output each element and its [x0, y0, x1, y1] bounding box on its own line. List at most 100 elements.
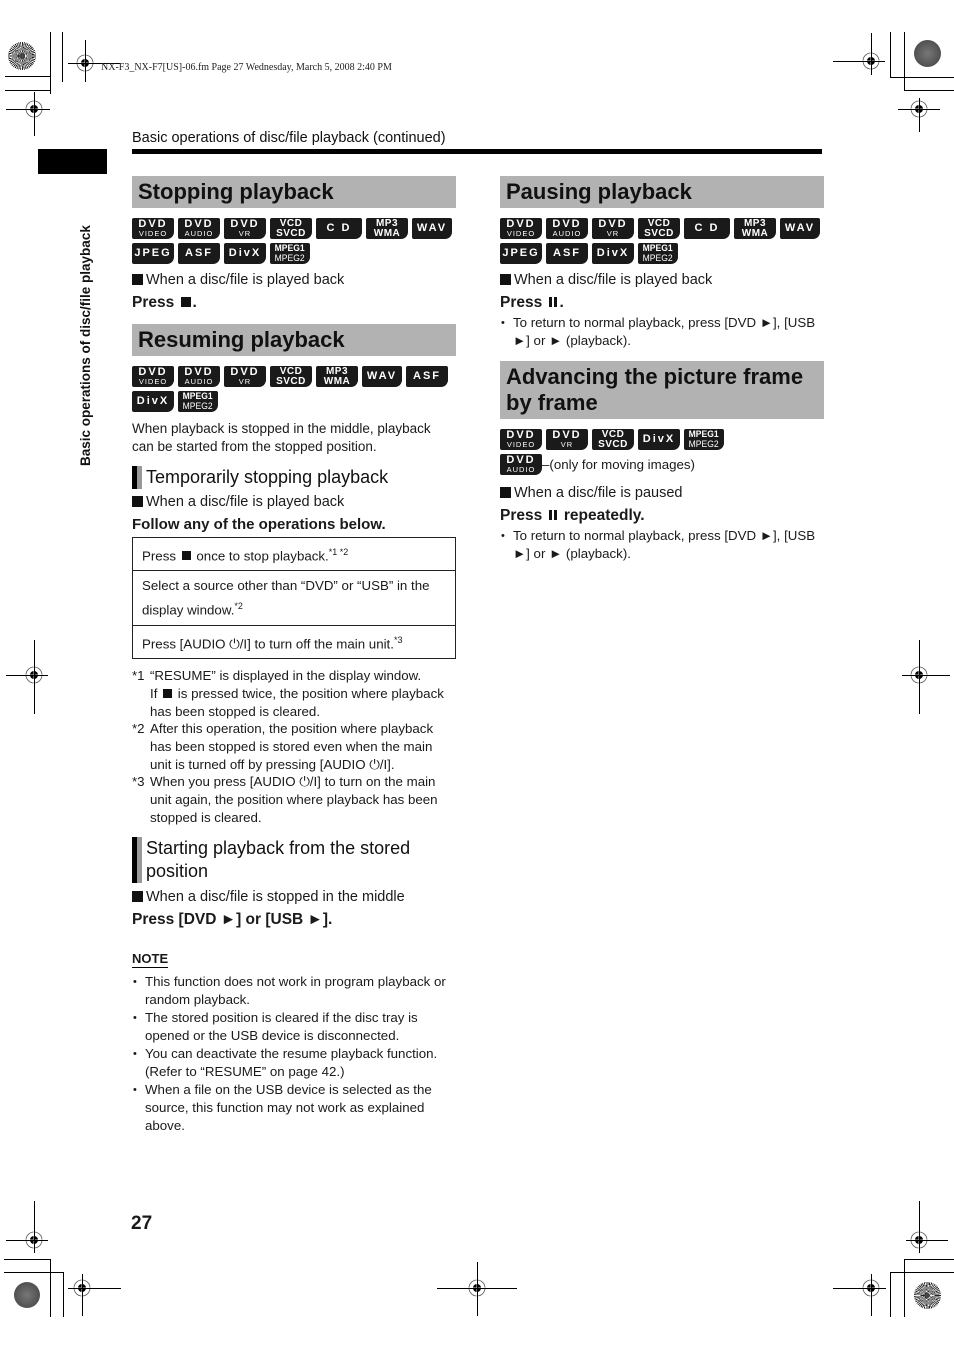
- registration-disc-icon: [14, 1282, 40, 1308]
- subsection-heading: Starting playback from the stored positi…: [132, 836, 456, 883]
- format-badge-extra: DVD AUDIO: [500, 454, 542, 475]
- square-bullet-icon: [500, 274, 511, 285]
- format-badge-dvd-audio: DVD AUDIO: [178, 218, 220, 239]
- format-badge-vcd-svcd: VCD SVCD: [270, 366, 312, 387]
- format-badge-mpeg: MPEG1 MPEG2: [638, 243, 678, 264]
- section-title: Advancing the picture frame by frame: [500, 361, 824, 419]
- format-badge-divx: DivX: [224, 243, 266, 264]
- format-badge-divx: DivX: [638, 429, 680, 450]
- square-bullet-icon: [132, 890, 143, 902]
- condition: When a disc/file is played back: [500, 272, 824, 288]
- left-column: Stopping playback DVD VIDEO DVD AUDIO DVD VR V…: [132, 176, 456, 1135]
- registration-disc-icon: [8, 42, 36, 70]
- format-badge-asf: ASF: [406, 366, 448, 387]
- format-badge-asf: ASF: [178, 243, 220, 264]
- format-badge-dvd-audio: DVD AUDIO: [178, 366, 220, 387]
- format-badge-dvd-vr: DVD VR: [224, 218, 266, 239]
- format-badge-vcd-svcd: VCD SVCD: [592, 429, 634, 450]
- section-resuming: Resuming playback DVD VIDEO DVD AUDIO DVD VR V…: [132, 324, 456, 1135]
- condition: When a disc/file is played back: [132, 494, 456, 510]
- format-badge-mpeg: MPEG1 MPEG2: [178, 391, 218, 412]
- format-badge-mp3-wma: MP3 WMA: [316, 366, 358, 387]
- operation-row: Press [AUDIO ⏻/I] to turn off the main u…: [133, 624, 455, 658]
- format-badge-divx: DivX: [592, 243, 634, 264]
- format-badge-asf: ASF: [546, 243, 588, 264]
- section-title: Pausing playback: [500, 176, 824, 208]
- tip-bullet: To return to normal playback, press [DVD…: [500, 314, 824, 350]
- pause-icon: [548, 510, 558, 520]
- footnote: *3 When you press [AUDIO ⏻/I] to turn on …: [132, 774, 438, 825]
- note-list: This function does not work in program p…: [132, 973, 456, 1135]
- stop-icon: [180, 297, 191, 307]
- press-instruction: Press .: [132, 294, 197, 311]
- extra-format: DVD AUDIO –(only for moving images): [500, 454, 824, 475]
- page-number: 27: [131, 1213, 153, 1234]
- extra-note: –(only for moving images): [542, 457, 695, 472]
- subsection-heading: Temporarily stopping playback: [132, 466, 456, 489]
- right-column: Pausing playback DVD VIDEO DVD AUDIO DVD VR VC…: [500, 176, 824, 563]
- format-badge-dvd-audio: DVD AUDIO: [500, 454, 542, 475]
- section-title: Stopping playback: [132, 176, 456, 208]
- registration-disc-icon: [914, 1282, 941, 1309]
- condition: When a disc/file is paused: [500, 485, 824, 501]
- format-badge-jpeg: JPEG: [500, 243, 542, 264]
- format-badge-mp3-wma: MP3 WMA: [734, 218, 776, 239]
- format-badge-jpeg: JPEG: [132, 243, 174, 264]
- section-pausing: Pausing playback DVD VIDEO DVD AUDIO DVD VR VC…: [500, 176, 824, 350]
- note-item: When a file on the USB device is selecte…: [132, 1081, 456, 1135]
- format-badge-mp3-wma: MP3 WMA: [366, 218, 408, 239]
- square-bullet-icon: [132, 274, 143, 285]
- format-badges: DVD VIDEO DVD AUDIO DVD VR VCD SVCD C D MP3 WMA WAV…: [132, 218, 456, 264]
- format-badge-wav: WAV: [412, 218, 452, 239]
- note-item: This function does not work in program p…: [132, 973, 456, 1009]
- format-badge-wav: WAV: [362, 366, 402, 387]
- condition: When a disc/file is stopped in the middl…: [132, 889, 456, 905]
- section-stopping: Stopping playback DVD VIDEO DVD AUDIO DVD VR V…: [132, 176, 456, 312]
- note-heading: NOTE: [132, 950, 169, 968]
- format-badge-dvd-video: DVD VIDEO: [132, 366, 174, 387]
- format-badges: DVD VIDEO DVD AUDIO DVD VR VCD SVCD C D MP3 WMA WAV…: [500, 218, 824, 264]
- note-item: You can deactivate the resume playback f…: [132, 1045, 456, 1081]
- press-instruction: Press [DVD ►] or [USB ►].: [132, 910, 333, 928]
- format-badge-wav: WAV: [780, 218, 820, 239]
- section-advancing: Advancing the picture frame by frame DVD…: [500, 361, 824, 563]
- square-bullet-icon: [500, 487, 511, 498]
- footnote: *2 After this operation, the position whe…: [132, 721, 434, 772]
- condition: When a disc/file is played back: [132, 272, 456, 288]
- side-tab: [38, 149, 107, 174]
- format-badge-dvd-vr: DVD VR: [592, 218, 634, 239]
- format-badge-dvd-video: DVD VIDEO: [132, 218, 174, 239]
- pause-icon: [548, 297, 558, 307]
- tip-bullet: To return to normal playback, press [DVD…: [500, 527, 824, 563]
- registration-disc-icon: [914, 40, 941, 67]
- format-badge-cd: C D: [316, 218, 362, 239]
- intro-text: When playback is stopped in the middle, …: [132, 421, 431, 454]
- format-badge-dvd-vr: DVD VR: [546, 429, 588, 450]
- header-rule: [132, 149, 822, 154]
- side-label: Basic operations of disc/file playback: [78, 225, 93, 466]
- press-instruction: Press repeatedly.: [500, 507, 645, 524]
- running-head: Basic operations of disc/file playback (…: [132, 130, 446, 146]
- format-badge-dvd-video: DVD VIDEO: [500, 429, 542, 450]
- press-instruction: Press .: [500, 294, 564, 311]
- square-bullet-icon: [132, 496, 143, 507]
- format-badge-cd: C D: [684, 218, 730, 239]
- format-badge-vcd-svcd: VCD SVCD: [270, 218, 312, 239]
- file-info: NX-F3_NX-F7[US]-06.fm Page 27 Wednesday,…: [101, 62, 392, 73]
- section-title: Resuming playback: [132, 324, 456, 356]
- format-badge-dvd-video: DVD VIDEO: [500, 218, 542, 239]
- footnotes: *1 “RESUME” is displayed in the display w…: [132, 667, 456, 826]
- stop-icon: [181, 551, 191, 561]
- operations-table: Press once to stop playback.*1 *2 Select…: [132, 537, 456, 660]
- format-badge-mpeg: MPEG1 MPEG2: [270, 243, 310, 264]
- format-badge-dvd-audio: DVD AUDIO: [546, 218, 588, 239]
- format-badge-mpeg: MPEG1 MPEG2: [684, 429, 724, 450]
- format-badges: DVD VIDEO DVD AUDIO DVD VR VCD SVCD MP3 WMA WAV ASF…: [132, 366, 456, 412]
- instruction: Follow any of the operations below.: [132, 516, 386, 533]
- format-badge-divx: DivX: [132, 391, 174, 412]
- format-badge-vcd-svcd: VCD SVCD: [638, 218, 680, 239]
- footnote: *1 “RESUME” is displayed in the display w…: [132, 668, 444, 719]
- format-badge-dvd-vr: DVD VR: [224, 366, 266, 387]
- operation-row: Press once to stop playback.*1 *2: [142, 547, 349, 564]
- operation-row: Select a source other than “DVD” or “USB…: [133, 570, 455, 624]
